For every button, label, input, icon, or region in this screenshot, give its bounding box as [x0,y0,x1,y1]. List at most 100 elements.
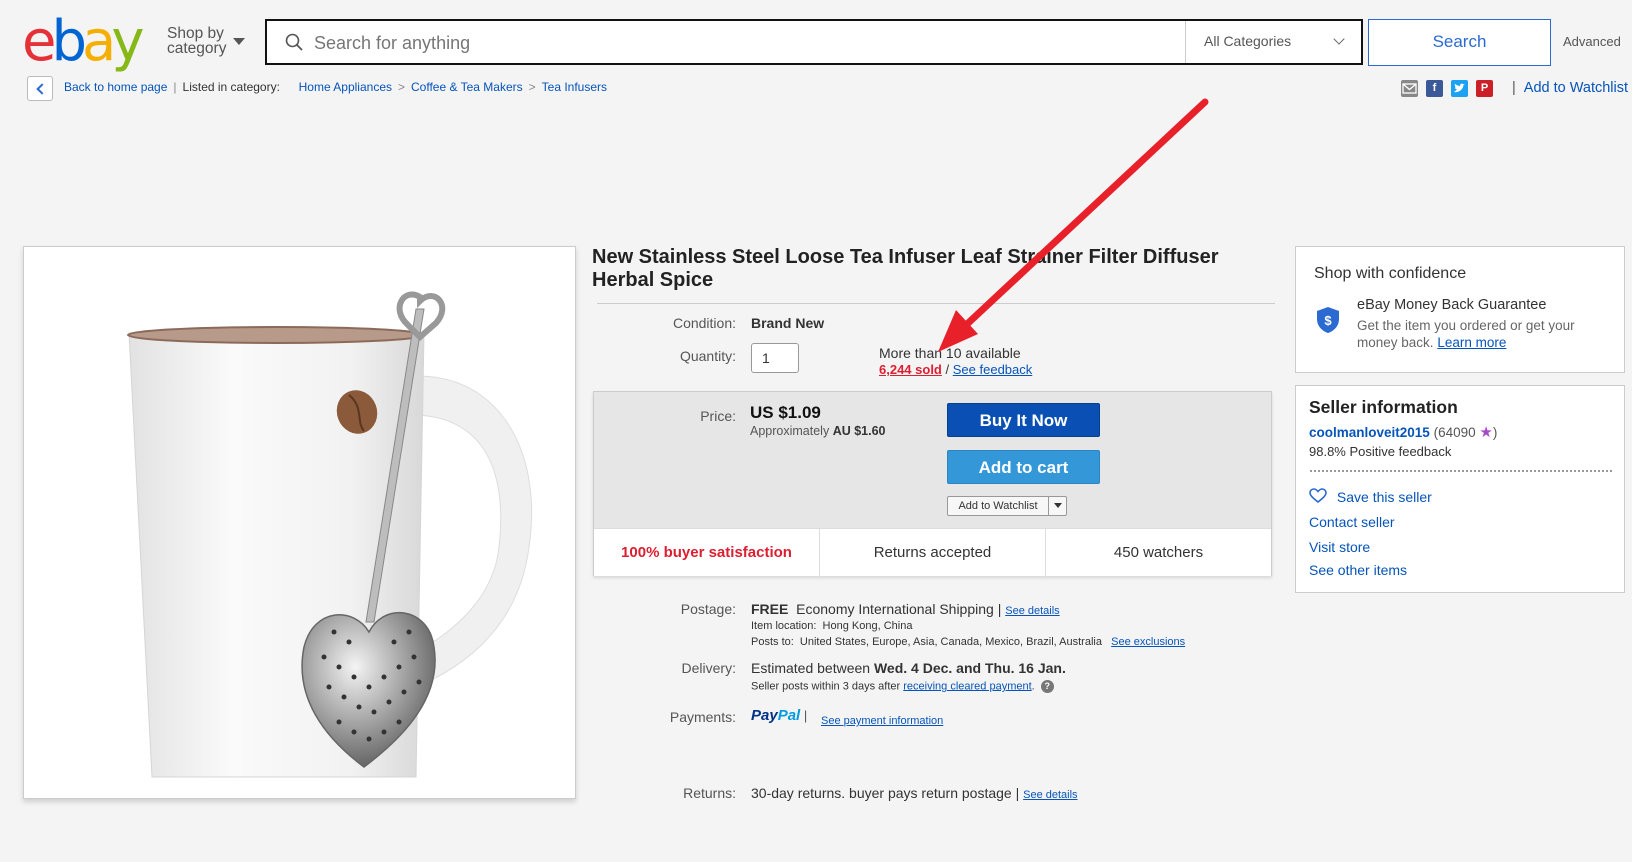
delivery-dates: Wed. 4 Dec. and Thu. 16 Jan. [873,660,1066,676]
posts-to-label: Posts to: [751,636,794,648]
search-icon [285,33,303,51]
positive-feedback: 98.8% Positive feedback [1309,444,1452,459]
seller-posts-text: Seller posts within 3 days after [751,680,901,693]
condition-label: Condition: [672,315,736,331]
buy-it-now-button[interactable]: Buy It Now [947,403,1100,437]
postage-see-details-link[interactable]: See details [1005,605,1059,617]
approx-price: Approximately AU $1.60 [750,424,886,438]
chevron-left-icon [36,83,48,95]
add-to-watchlist-link[interactable]: | Add to Watchlist [1512,80,1628,96]
item-location-value: Hong Kong, China [822,620,913,632]
divider: | [800,708,808,723]
contact-seller-link[interactable]: Contact seller [1309,514,1395,530]
shield-icon: $ [1317,307,1339,333]
seller-posts-note: Seller posts within 3 days after receivi… [751,680,1054,693]
email-icon[interactable] [1401,80,1418,97]
payment-info: See payment information [821,711,943,729]
search-button[interactable]: Search [1368,19,1551,66]
star-icon: ★ [1479,424,1493,441]
save-seller-link[interactable]: Save this seller [1309,488,1432,505]
breadcrumb-coffee-tea-makers[interactable]: Coffee & Tea Makers [411,80,523,94]
returns-label: Returns: [683,785,736,801]
chevron-down-icon [1333,33,1345,45]
buyer-satisfaction: 100% buyer satisfaction [621,544,792,561]
paypal-logo: PayPal | [751,707,807,724]
svg-text:$: $ [1324,313,1332,328]
returns-info: 30-day returns. buyer pays return postag… [751,785,1078,801]
search-bar[interactable]: Search for anything All Categories [265,19,1363,65]
quantity-input[interactable]: 1 [751,343,799,373]
seller-name-row: coolmanloveit2015 (64090 ★) [1309,423,1497,441]
listed-in-label: Listed in category: [182,80,280,94]
delivery-estimate: Estimated between Wed. 4 Dec. and Thu. 1… [751,660,1066,676]
facebook-icon[interactable]: f [1426,80,1443,97]
guarantee-text: Get the item you ordered or get your mon… [1357,317,1615,351]
returns-accepted: Returns accepted [873,544,992,561]
see-exclusions-link[interactable]: See exclusions [1111,636,1185,648]
help-icon[interactable]: ? [1040,680,1054,693]
approx-prefix: Approximately [750,424,830,438]
postage-info: FREE Economy International Shipping | Se… [751,601,1060,617]
search-input[interactable]: Search for anything [314,33,470,54]
see-payment-info-link[interactable]: See payment information [821,715,943,727]
seller-score-close: ) [1492,425,1498,440]
back-button[interactable] [27,76,53,101]
breadcrumb-tea-infusers[interactable]: Tea Infusers [542,80,607,94]
divider: | [1512,80,1516,96]
ebay-logo[interactable]: ebay [22,14,152,70]
receiving-payment-link[interactable]: receiving cleared payment [903,680,1031,692]
shop-by-category-button[interactable]: Shop by category [167,26,249,56]
category-select-value: All Categories [1204,33,1292,49]
add-to-watchlist-label: Add to Watchlist [958,500,1038,512]
condition-value: Brand New [751,315,825,331]
category-select[interactable]: All Categories [1185,21,1361,63]
guarantee-title: eBay Money Back Guarantee [1357,297,1547,313]
product-image[interactable] [23,246,576,799]
see-other-items-link[interactable]: See other items [1309,562,1407,578]
postage-free: FREE [751,601,789,617]
seller-score: (64090 [1433,425,1476,440]
seller-name-link[interactable]: coolmanloveit2015 [1309,425,1430,440]
add-to-cart-button[interactable]: Add to cart [947,450,1100,484]
quantity-label: Quantity: [679,348,736,364]
returns-text: 30-day returns. buyer pays return postag… [751,785,1020,801]
breadcrumb: Back to home page | Listed in category: Ho… [64,80,607,94]
back-to-home-link[interactable]: Back to home page [64,80,167,94]
heart-icon [1309,488,1327,504]
paypal-logo-pay: Pay [751,707,778,724]
divider [1310,470,1612,472]
save-seller-label: Save this seller [1336,489,1432,505]
price-label: Price: [700,408,736,424]
paypal-logo-pal: Pal [777,707,801,724]
logo-letter-e: e [22,9,57,74]
posts-to-value: United States, Europe, Asia, Canada, Mex… [799,636,1102,648]
visit-store-link[interactable]: Visit store [1309,539,1370,555]
shop-with-confidence-panel: Shop with confidence $ eBay Money Back G… [1295,246,1625,373]
returns-see-details-link[interactable]: See details [1023,789,1077,801]
breadcrumb-home-appliances[interactable]: Home Appliances [299,80,392,94]
advanced-search-link[interactable]: Advanced [1563,34,1621,49]
watchers-count: 450 watchers [1113,544,1204,561]
watchlist-dropdown[interactable] [1048,496,1067,516]
approx-value: AU $1.60 [832,424,886,438]
posts-to: Posts to: United States, Europe, Asia, C… [751,636,1185,648]
delivery-label: Delivery: [681,660,736,676]
pinterest-icon[interactable]: P [1476,80,1493,97]
breadcrumb-separator: > [398,80,406,94]
seller-info-title: Seller information [1309,397,1458,417]
item-location-label: Item location: [751,620,817,632]
postage-method: Economy International Shipping | [796,601,1002,617]
caret-down-icon [233,38,245,45]
breadcrumb-separator: > [528,80,536,94]
twitter-icon[interactable] [1451,80,1468,97]
logo-letter-a: a [82,9,116,74]
delivery-prefix: Estimated between [751,660,871,676]
confidence-title: Shop with confidence [1314,265,1467,282]
postage-label: Postage: [680,601,736,617]
product-photo [127,291,533,778]
item-location: Item location: Hong Kong, China [751,620,912,632]
payments-label: Payments: [669,709,736,725]
logo-letter-y: y [111,9,144,74]
learn-more-link[interactable]: Learn more [1437,335,1506,350]
breadcrumb-divider: | [173,80,177,94]
